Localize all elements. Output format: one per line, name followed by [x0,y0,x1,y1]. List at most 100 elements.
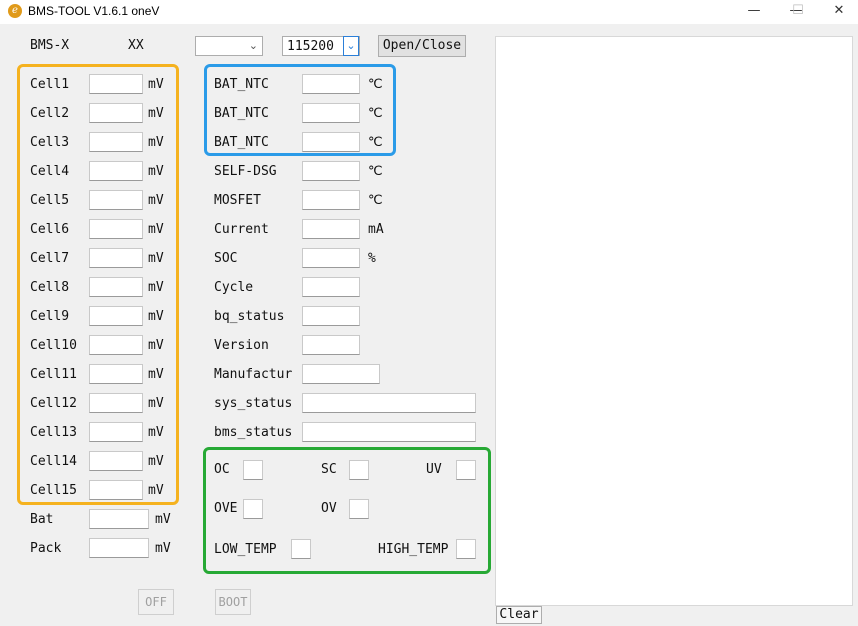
pack-unit: mV [155,541,171,556]
cell-label: Cell11 [30,367,77,382]
param-label: Manufactur [214,367,293,382]
cell-label: Cell5 [30,193,70,208]
param-label: Cycle [214,280,254,295]
flag-low-temp-box [291,539,311,559]
cell-voltage-field [89,480,143,500]
cell-unit: mV [148,425,164,440]
cell-unit: mV [148,193,164,208]
param-unit: % [368,251,376,266]
cell-voltage-field [89,451,143,471]
chevron-down-icon: ⌄ [248,39,258,52]
param-unit: mA [368,222,384,237]
cell-label: Cell6 [30,222,70,237]
minimize-button[interactable]: — [732,0,776,24]
cell-unit: mV [148,483,164,498]
cell-unit: mV [148,454,164,469]
cell-label: Cell12 [30,396,77,411]
flag-ov-box [349,499,369,519]
cell-unit: mV [148,77,164,92]
param-unit: ℃ [368,135,383,150]
flag-ove-label: OVE [214,501,238,516]
cell-unit: mV [148,106,164,121]
cell-label: Cell4 [30,164,70,179]
title-bar: e BMS-TOOL V1.6.1 oneV — [0,0,858,24]
window-title: BMS-TOOL V1.6.1 oneV [28,4,160,18]
cell-label: Cell1 [30,77,70,92]
param-label: SOC [214,251,238,266]
cell-voltage-field [89,132,143,152]
param-label: MOSFET [214,193,261,208]
bat-unit: mV [155,512,171,527]
flag-oc-box [243,460,263,480]
cell-unit: mV [148,367,164,382]
clear-button[interactable]: Clear [496,606,542,624]
cell-unit: mV [148,280,164,295]
off-button[interactable]: OFF [138,589,174,615]
cell-voltage-field [89,190,143,210]
param-unit: ℃ [368,106,383,121]
cell-unit: mV [148,338,164,353]
param-label: BAT_NTC [214,106,269,121]
app-icon: e [8,4,22,18]
chevron-down-icon: ⌄ [343,36,359,56]
cell-label: Cell14 [30,454,77,469]
cell-label: Cell13 [30,425,77,440]
cell-label: Cell15 [30,483,77,498]
param-label: sys_status [214,396,293,411]
param-unit: ℃ [368,193,383,208]
flag-oc-label: OC [214,462,230,477]
param-label: bq_status [214,309,285,324]
param-value-field [302,190,360,210]
bat-voltage-field [89,509,149,529]
cell-unit: mV [148,251,164,266]
pack-voltage-field [89,538,149,558]
cell-unit: mV [148,309,164,324]
param-label: Current [214,222,269,237]
param-value-field [302,132,360,152]
param-value-field [302,161,360,181]
maximize-button[interactable]: ☐ [776,0,820,24]
cell-voltage-field [89,277,143,297]
param-value-field [302,422,476,442]
cell-voltage-field [89,393,143,413]
baud-value: 115200 [287,39,334,54]
cell-voltage-field [89,248,143,268]
cell-voltage-field [89,364,143,384]
open-close-button[interactable]: Open/Close [378,35,466,57]
cell-voltage-field [89,103,143,123]
param-label: BAT_NTC [214,77,269,92]
cell-label: Cell3 [30,135,70,150]
param-label: SELF-DSG [214,164,277,179]
cell-unit: mV [148,222,164,237]
cell-voltage-field [89,422,143,442]
cell-unit: mV [148,135,164,150]
cell-label: Cell8 [30,280,70,295]
close-button[interactable]: ✕ [820,0,858,24]
flag-sc-label: SC [321,462,337,477]
param-value-field [302,277,360,297]
param-label: Version [214,338,269,353]
cell-unit: mV [148,396,164,411]
flag-ov-label: OV [321,501,337,516]
flag-ove-box [243,499,263,519]
log-output[interactable] [495,36,853,606]
cell-voltage-field [89,306,143,326]
cell-label: Cell9 [30,309,70,324]
flag-uv-label: UV [426,462,442,477]
model-label: BMS-X [30,38,70,53]
param-value-field [302,393,476,413]
baud-select[interactable]: 115200 ⌄ [282,36,360,56]
cell-label: Cell2 [30,106,70,121]
cell-voltage-field [89,161,143,181]
param-value-field [302,335,360,355]
param-label: BAT_NTC [214,135,269,150]
param-value-field [302,219,360,239]
flag-low-temp-label: LOW_TEMP [214,542,277,557]
param-label: bms_status [214,425,293,440]
boot-button[interactable]: BOOT [215,589,251,615]
param-unit: ℃ [368,77,383,92]
bat-label: Bat [30,512,54,527]
port-select[interactable]: ⌄ [195,36,263,56]
flag-sc-box [349,460,369,480]
param-value-field [302,364,380,384]
